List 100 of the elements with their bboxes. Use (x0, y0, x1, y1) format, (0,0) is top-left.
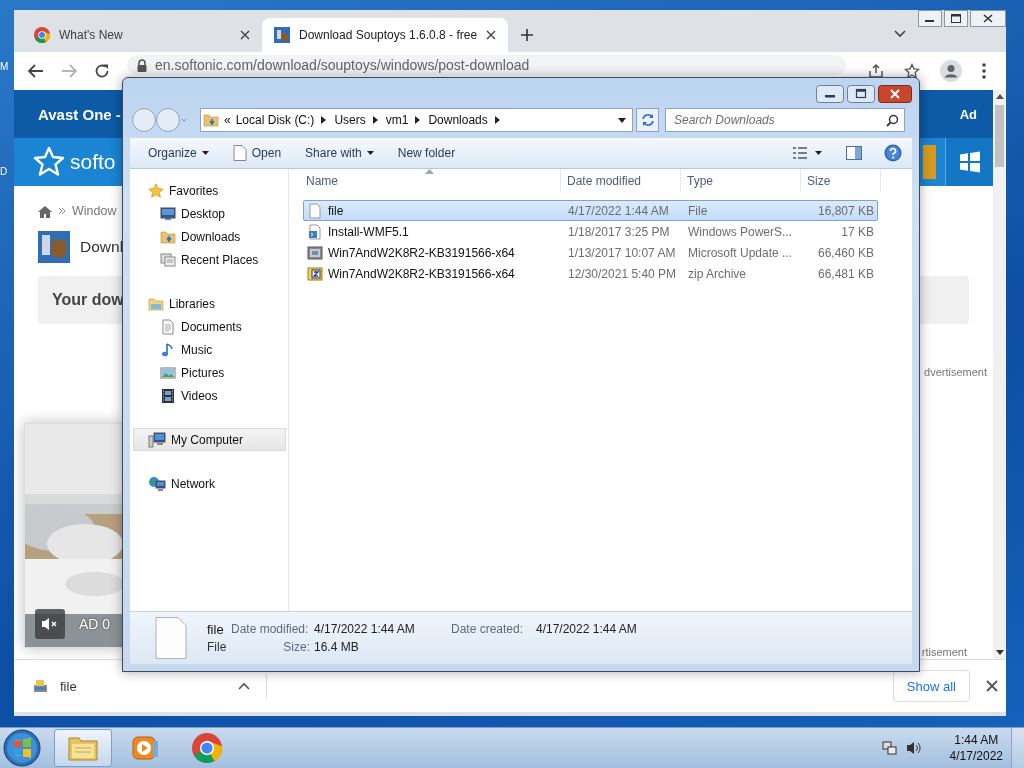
pictures-icon (160, 364, 176, 381)
close-icon[interactable] (970, 10, 1006, 27)
zip-archive-icon (307, 265, 323, 282)
desktop-icon (160, 205, 176, 222)
scrollbar[interactable] (993, 90, 1006, 659)
column-header[interactable]: Name (289, 169, 561, 192)
size-cell-text: 16,807 KB (816, 203, 875, 218)
size-cell-text: 66,460 KB (816, 245, 875, 260)
sort-arrow-icon (424, 169, 434, 174)
clock-time[interactable]: 1:44 AM (954, 733, 999, 747)
close-icon[interactable] (986, 680, 998, 692)
nav-item[interactable]: Downloads (133, 225, 286, 248)
type-cell-text: Windows PowerS... (687, 224, 794, 239)
search-field[interactable]: Search Downloads (665, 108, 905, 132)
chevron-down-icon[interactable] (894, 30, 906, 38)
scrollbar-thumb[interactable] (995, 105, 1004, 167)
star-icon[interactable] (904, 63, 920, 79)
nav-item[interactable]: Videos (133, 384, 286, 407)
toolbar-button[interactable]: Share with (295, 141, 384, 165)
windows-platform-button[interactable] (945, 138, 993, 186)
triangle-right-icon[interactable] (321, 116, 327, 124)
path-segment[interactable]: vm1 (385, 113, 409, 127)
nav-item[interactable]: Documents (133, 315, 286, 338)
minimize-icon[interactable] (816, 85, 844, 103)
volume-icon[interactable] (905, 740, 922, 756)
caret-up-icon[interactable] (238, 682, 250, 690)
share-icon[interactable] (868, 63, 884, 79)
script-file-icon (307, 223, 323, 240)
installer-file-icon (32, 678, 48, 694)
column-header[interactable]: Size (801, 169, 881, 192)
menu-icon[interactable] (982, 63, 986, 79)
network-icon[interactable] (881, 740, 898, 756)
ad-banner-text: Avast One - (38, 105, 121, 123)
nav-item[interactable]: My Computer (133, 428, 286, 451)
new-tab-icon[interactable] (520, 28, 534, 42)
file-row[interactable]: Win7AndW2K8R2-KB3191566-x64 12/30/2021 5:40 PM zip Archive 66,481 KB (303, 263, 878, 284)
nav-item[interactable]: Pictures (133, 361, 286, 384)
nav-item[interactable]: Music (133, 338, 286, 361)
detail-value: 4/17/2022 1:44 AM (314, 622, 416, 636)
windows-logo-icon (958, 151, 981, 173)
toolbar-button[interactable]: Open (222, 141, 292, 165)
date-cell-text: 1/18/2017 3:25 PM (567, 224, 671, 239)
reload-icon[interactable] (94, 63, 110, 79)
back-arrow-icon[interactable] (28, 64, 44, 78)
site-icon (274, 27, 290, 43)
mute-button[interactable] (35, 609, 65, 639)
triangle-right-icon[interactable] (372, 116, 378, 124)
clock-date[interactable]: 4/17/2022 (949, 749, 1003, 763)
minimize-icon[interactable] (918, 10, 942, 27)
home-icon[interactable] (38, 204, 52, 218)
triangle-right-icon[interactable] (415, 116, 421, 124)
nav-item[interactable]: Recent Places (133, 248, 286, 271)
scroll-up-icon[interactable] (995, 94, 1004, 99)
dropdown-arrow-icon[interactable] (618, 117, 626, 123)
close-icon[interactable] (878, 85, 912, 103)
path-segment[interactable]: Downloads (428, 113, 488, 127)
profile-icon[interactable] (940, 60, 962, 82)
download-item[interactable]: file (32, 674, 267, 698)
folder-icon (67, 734, 99, 762)
path-segment[interactable]: « (224, 113, 231, 127)
help-icon[interactable] (884, 144, 902, 162)
file-row[interactable]: file 4/17/2022 1:44 AM File 16,807 KB (303, 200, 878, 221)
start-button-icon[interactable] (2, 728, 42, 768)
file-row[interactable]: Win7AndW2K8R2-KB3191566-x64 1/13/2017 10:07 AM Microsoft Update ... 66,460 KB (303, 242, 878, 263)
file-row[interactable]: Install-WMF5.1 1/18/2017 3:25 PM Windows PowerS... 17 KB (303, 221, 878, 242)
path-segment[interactable]: Users (334, 113, 366, 127)
nav-item[interactable]: Network (133, 472, 286, 495)
breadcrumb-link[interactable]: Window (72, 204, 117, 218)
size-cell-text: 17 KB (840, 224, 875, 239)
column-header[interactable]: Date modified (561, 169, 681, 192)
close-icon[interactable] (240, 30, 250, 40)
address-field[interactable]: « Local Disk (C:) Users vm1 Downloads (200, 108, 633, 132)
address-bar[interactable]: en.softonic.com/download/souptoys/windows/post-download (127, 55, 846, 75)
nav-item[interactable]: Libraries (133, 292, 286, 315)
maximize-icon[interactable] (944, 10, 968, 27)
toolbar-button[interactable]: New folder (387, 141, 466, 165)
search-icon (886, 114, 899, 127)
desktop-icon-label[interactable]: M (0, 60, 9, 73)
path-segment[interactable]: Local Disk (C:) (235, 113, 315, 127)
chrome-icon (192, 733, 222, 763)
dropdown-arrow-icon (201, 151, 209, 155)
show-all-button[interactable]: Show all (892, 670, 970, 702)
column-header[interactable]: Type (681, 169, 801, 192)
nav-item[interactable]: Desktop (133, 202, 286, 225)
preview-pane-icon[interactable] (846, 146, 862, 160)
scroll-down-icon[interactable] (995, 650, 1004, 655)
desktop-icon-label[interactable]: D (0, 165, 9, 178)
browser-tab[interactable]: What's New (22, 18, 262, 52)
triangle-right-icon[interactable] (494, 116, 500, 124)
site-logo[interactable]: softo (70, 150, 116, 174)
maximize-icon[interactable] (847, 85, 875, 103)
toolbar-button[interactable]: Organize (138, 141, 219, 165)
nav-item[interactable]: Favorites (133, 179, 286, 202)
close-icon[interactable] (486, 30, 497, 40)
detail-label: Date created: (451, 622, 525, 636)
browser-tab[interactable]: Download Souptoys 1.6.0.8 - free (262, 18, 508, 52)
detail-label: Size: (282, 640, 311, 654)
ad-label: Ad (959, 106, 977, 122)
refresh-button[interactable] (636, 108, 659, 132)
computer-icon (148, 431, 166, 448)
